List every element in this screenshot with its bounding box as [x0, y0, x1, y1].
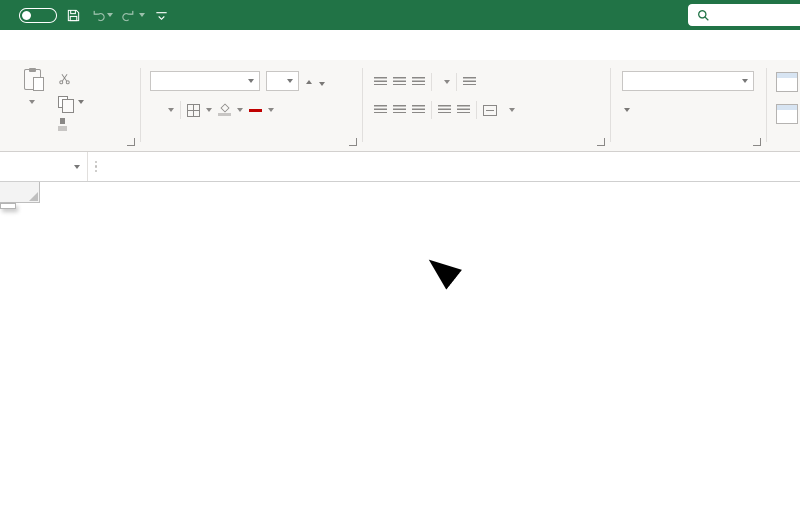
- number-format-select[interactable]: [622, 71, 754, 91]
- scissors-icon: [59, 74, 70, 85]
- chevron-down-icon: [139, 13, 145, 17]
- chevron-down-icon: [624, 108, 630, 112]
- chevron-down-icon: [107, 13, 113, 17]
- select-all-corner[interactable]: [0, 182, 40, 203]
- styles-group-stub: [770, 60, 800, 151]
- chevron-down-icon: [268, 108, 274, 112]
- function-tooltip: [0, 203, 16, 209]
- fill-color-button[interactable]: [218, 103, 231, 116]
- font-group: [142, 60, 360, 151]
- format-painter-button[interactable]: [58, 117, 84, 132]
- excel-window: [0, 0, 800, 520]
- redo-icon: [122, 10, 134, 21]
- font-name-select[interactable]: [150, 71, 260, 91]
- increase-font-size-button[interactable]: [305, 79, 312, 84]
- font-size-select[interactable]: [266, 71, 299, 91]
- column-header-row: [0, 182, 800, 203]
- format-as-table-icon[interactable]: [776, 104, 798, 124]
- fill-color-bar: [218, 113, 231, 116]
- fill-color-icon: [219, 103, 230, 113]
- search-box[interactable]: [688, 4, 800, 26]
- titlebar: [0, 0, 800, 30]
- chevron-down-icon: [237, 108, 243, 112]
- cut-button[interactable]: [58, 71, 84, 86]
- group-separator: [140, 68, 141, 142]
- customize-toolbar-button[interactable]: [154, 8, 169, 23]
- undo-button[interactable]: [90, 8, 113, 23]
- group-separator: [362, 68, 363, 142]
- format-painter-icon: [58, 118, 67, 131]
- align-right-icon[interactable]: [412, 105, 425, 115]
- group-separator: [610, 68, 611, 142]
- separator: [431, 73, 432, 91]
- search-icon: [698, 9, 709, 21]
- enter-button[interactable]: [128, 152, 152, 181]
- accounting-format-button[interactable]: [622, 108, 630, 112]
- spreadsheet-grid: [0, 182, 800, 520]
- chevron-down-icon: [509, 108, 515, 112]
- copy-icon: [58, 95, 74, 113]
- undo-icon: [93, 10, 105, 21]
- chevron-down-icon: [742, 79, 748, 83]
- decrease-indent-icon[interactable]: [438, 105, 451, 115]
- customize-toolbar-icon: [156, 11, 167, 20]
- align-left-icon[interactable]: [374, 105, 387, 115]
- chevron-down-icon: [168, 108, 174, 112]
- insert-function-button[interactable]: [152, 152, 176, 181]
- chevron-down-icon: [29, 100, 35, 104]
- alignment-group: [366, 60, 608, 151]
- increase-indent-icon[interactable]: [457, 105, 470, 115]
- align-middle-icon[interactable]: [393, 77, 406, 87]
- chevron-down-icon: [444, 80, 450, 84]
- separator: [180, 101, 181, 119]
- paste-icon: [23, 67, 44, 91]
- separator: [456, 73, 457, 91]
- clipboard-buttons: [58, 71, 84, 132]
- separator: [431, 101, 432, 119]
- conditional-formatting-icon[interactable]: [776, 72, 798, 92]
- group-separator: [766, 68, 767, 142]
- align-bottom-icon[interactable]: [412, 77, 425, 87]
- chevron-down-icon: [74, 164, 80, 169]
- cancel-button[interactable]: [104, 152, 128, 181]
- ribbon: [0, 60, 800, 152]
- quick-access-toolbar: [10, 0, 169, 30]
- borders-button[interactable]: [187, 103, 200, 117]
- save-icon[interactable]: [66, 8, 81, 23]
- chevron-down-icon: [206, 108, 212, 112]
- merge-center-icon: [483, 104, 497, 116]
- menu-tabs: [0, 30, 800, 60]
- decrease-font-size-button[interactable]: [318, 76, 325, 86]
- redo-button[interactable]: [122, 8, 145, 23]
- dialog-launcher-icon[interactable]: [127, 138, 135, 146]
- wrap-text-icon: [463, 77, 476, 87]
- dialog-launcher-icon[interactable]: [597, 138, 605, 146]
- font-color-bar: [249, 109, 262, 112]
- font-color-button[interactable]: [249, 108, 262, 112]
- separator: [476, 101, 477, 119]
- dialog-launcher-icon[interactable]: [349, 138, 357, 146]
- number-group: [614, 60, 764, 151]
- copy-button[interactable]: [58, 94, 84, 113]
- chevron-down-icon: [78, 99, 84, 104]
- name-box[interactable]: [0, 152, 88, 181]
- formula-bar: [0, 152, 800, 182]
- align-center-icon[interactable]: [393, 105, 406, 115]
- autosave-toggle[interactable]: [19, 7, 57, 23]
- clipboard-group: [4, 60, 138, 151]
- chevron-down-icon: [248, 79, 254, 83]
- grip-handle[interactable]: [88, 152, 104, 181]
- paste-button[interactable]: [12, 67, 52, 143]
- chevron-down-icon: [287, 79, 293, 83]
- align-top-icon[interactable]: [374, 77, 387, 87]
- dialog-launcher-icon[interactable]: [753, 138, 761, 146]
- toggle-knob-icon: [22, 10, 31, 20]
